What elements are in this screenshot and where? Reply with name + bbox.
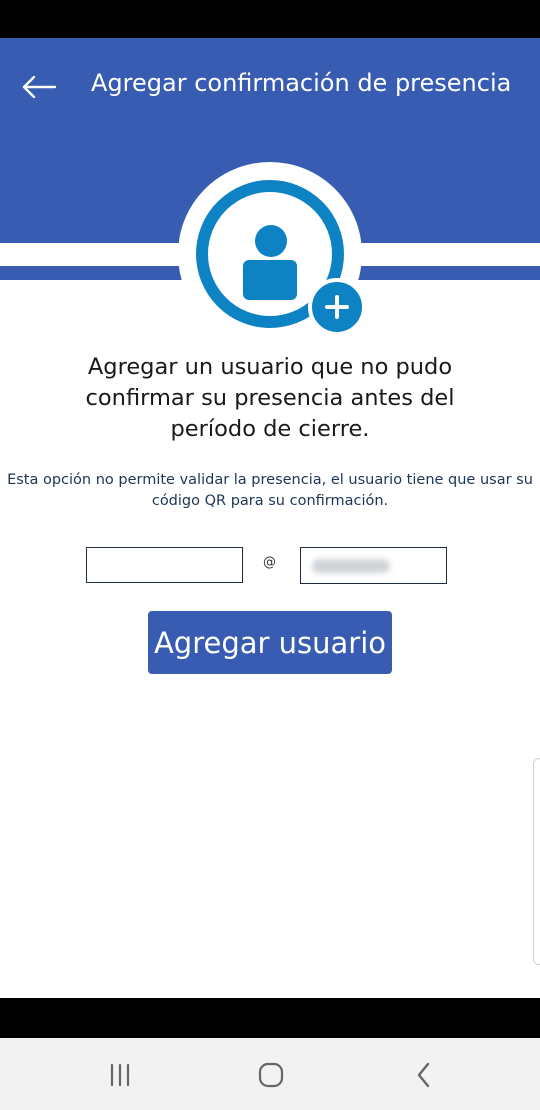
home-button[interactable] [251,1058,291,1092]
arrow-left-icon [22,76,57,98]
section-heading: Agregar un usuario que no pudo confirmar… [85,354,455,442]
recent-apps-icon [110,1063,130,1087]
user-head-icon [255,225,287,257]
user-body-icon [243,260,297,300]
home-icon [258,1062,284,1088]
page-title: Agregar confirmación de presencia [91,69,512,97]
info-note: Esta opción no permite validar la presen… [7,472,533,509]
nav-back-button[interactable] [404,1058,444,1092]
edge-panel-handle[interactable] [533,758,540,965]
back-chevron-icon [417,1062,430,1088]
status-bar [0,0,540,38]
bottom-spacer [0,998,540,1038]
username-input[interactable] [86,547,243,583]
add-user-button[interactable]: Agregar usuario [148,611,392,674]
at-sign-label: @ [263,555,276,570]
plus-icon [308,278,366,336]
back-button[interactable] [16,68,62,106]
domain-value-redacted [312,559,390,573]
recent-apps-button[interactable] [100,1058,140,1092]
